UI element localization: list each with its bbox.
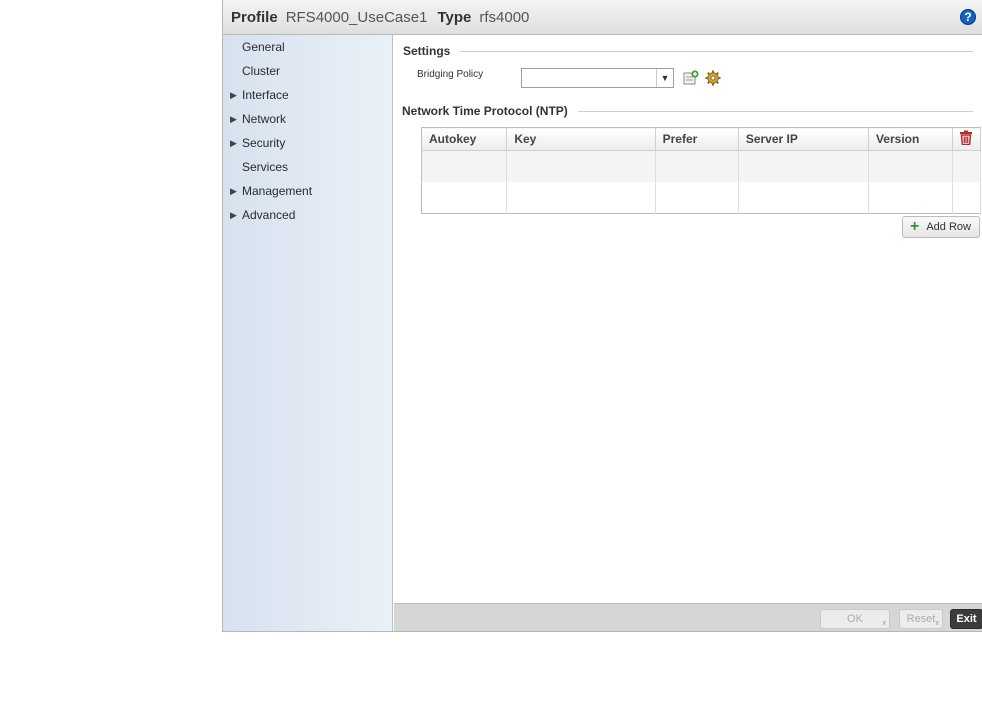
sidebar-item-general[interactable]: General (223, 35, 392, 59)
table-cell[interactable] (506, 182, 656, 214)
add-row-label: Add Row (926, 221, 971, 233)
sidebar-item-label: Cluster (242, 64, 281, 78)
plus-icon: + (910, 218, 920, 235)
type-label: Type (437, 8, 472, 26)
settings-title-text: Settings (403, 44, 451, 58)
ok-button[interactable]: OK x (820, 609, 890, 629)
table-cell[interactable] (655, 182, 739, 214)
table-cell (952, 150, 981, 182)
profile-label: Profile (231, 8, 278, 26)
bridging-policy-select[interactable]: ▼ (521, 68, 674, 88)
create-policy-icon[interactable] (683, 70, 699, 86)
sidebar-item-network[interactable]: ▶ Network (223, 107, 392, 131)
table-cell[interactable] (655, 150, 739, 182)
chevron-down-icon[interactable]: ▼ (656, 69, 673, 87)
ntp-title-text: Network Time Protocol (NTP) (402, 104, 568, 118)
table-cell[interactable] (868, 150, 954, 182)
delete-column-header (952, 127, 981, 151)
sidebar-item-security[interactable]: ▶ Security (223, 131, 392, 155)
sidebar-item-advanced[interactable]: ▶ Advanced (223, 203, 392, 227)
expand-arrow-icon[interactable]: ▶ (230, 203, 237, 227)
sidebar-item-interface[interactable]: ▶ Interface (223, 83, 392, 107)
reset-label: Reset (906, 613, 936, 625)
table-cell[interactable] (868, 182, 954, 214)
sidebar-item-label: Services (242, 160, 289, 174)
table-cell[interactable] (421, 182, 508, 214)
reset-button[interactable]: Reset x (899, 609, 943, 629)
expand-arrow-icon[interactable]: ▶ (230, 107, 237, 131)
table-header-row: Autokey Key Prefer Server IP Version (421, 127, 981, 151)
table-row[interactable] (421, 182, 981, 214)
sidebar-item-services[interactable]: Services (223, 155, 392, 179)
type-value: rfs4000 (479, 8, 530, 26)
expand-arrow-icon[interactable]: ▶ (230, 179, 237, 203)
settings-section-title: Settings (403, 44, 973, 58)
table-row[interactable] (421, 150, 981, 182)
column-header-version[interactable]: Version (868, 127, 954, 151)
column-header-autokey[interactable]: Autokey (421, 127, 508, 151)
sidebar-item-label: Advanced (242, 208, 296, 222)
bridging-policy-label: Bridging Policy (417, 69, 484, 80)
exit-label: Exit (956, 613, 977, 625)
expand-arrow-icon[interactable]: ▶ (230, 131, 237, 155)
exit-button[interactable]: Exit (950, 609, 982, 629)
main-content: Settings Bridging Policy ▼ Network Time … (394, 35, 982, 603)
trash-icon[interactable] (959, 130, 973, 146)
table-cell[interactable] (738, 182, 869, 214)
column-header-server-ip[interactable]: Server IP (738, 127, 869, 151)
sidebar-item-label: Interface (242, 88, 289, 102)
ntp-section-title: Network Time Protocol (NTP) (402, 104, 973, 118)
sidebar-item-label: Network (242, 112, 287, 126)
profile-value: RFS4000_UseCase1 (285, 8, 428, 26)
sidebar-nav: General Cluster ▶ Interface ▶ Network ▶ … (223, 35, 393, 631)
reset-marker: x (935, 620, 940, 627)
divider (577, 110, 973, 112)
column-header-prefer[interactable]: Prefer (655, 127, 739, 151)
sidebar-item-cluster[interactable]: Cluster (223, 59, 392, 83)
gear-icon[interactable] (705, 70, 721, 86)
table-cell[interactable] (421, 150, 508, 182)
profile-window: Profile RFS4000_UseCase1 Type rfs4000 ? … (222, 0, 982, 632)
window-header: Profile RFS4000_UseCase1 Type rfs4000 ? (223, 0, 982, 35)
sidebar-item-label: Security (242, 136, 286, 150)
table-cell[interactable] (738, 150, 869, 182)
ok-marker: x (882, 620, 887, 627)
table-cell[interactable] (506, 150, 656, 182)
help-icon[interactable]: ? (960, 9, 976, 25)
sidebar-item-label: General (242, 40, 285, 54)
divider (460, 50, 973, 52)
footer-bar: OK x Reset x Exit (394, 603, 982, 631)
sidebar-item-management[interactable]: ▶ Management (223, 179, 392, 203)
sidebar-item-label: Management (242, 184, 313, 198)
table-cell (952, 182, 981, 214)
add-row-button[interactable]: + Add Row (902, 216, 980, 238)
column-header-key[interactable]: Key (506, 127, 656, 151)
ok-label: OK (847, 613, 863, 625)
ntp-table: Autokey Key Prefer Server IP Version (421, 127, 981, 214)
expand-arrow-icon[interactable]: ▶ (230, 83, 237, 107)
